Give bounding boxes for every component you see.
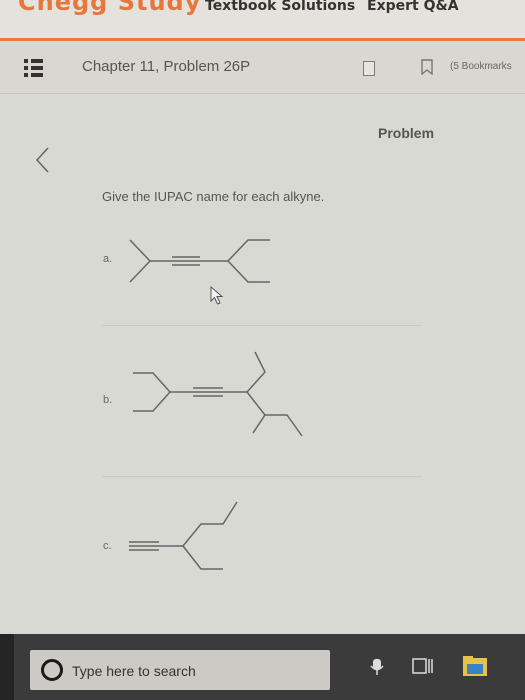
problem-header: Chapter 11, Problem 26P (5 Bookmarks <box>0 41 525 94</box>
back-chevron-icon[interactable] <box>34 146 50 174</box>
alkyne-structure-a <box>129 239 270 283</box>
alkyne-structure-c <box>129 501 238 570</box>
part-divider <box>102 325 422 326</box>
problem-label: Problem <box>378 125 435 141</box>
part-c-label: c. <box>103 540 112 552</box>
taskbar-search-box[interactable] <box>30 650 330 690</box>
brand-logo[interactable]: Chegg Study <box>18 0 201 16</box>
file-explorer-icon[interactable] <box>462 655 488 677</box>
task-view-icon[interactable] <box>412 656 434 676</box>
question-text: Give the IUPAC name for each alkyne. <box>102 189 325 204</box>
problem-content: Problem Give the IUPAC name for each alk… <box>0 94 525 634</box>
microphone-icon[interactable] <box>370 658 384 676</box>
alkyne-structure-b <box>133 351 303 437</box>
nav-textbook-solutions[interactable]: Textbook Solutions <box>205 0 355 14</box>
part-b-label: b. <box>103 394 113 406</box>
menu-icon[interactable] <box>24 59 43 80</box>
nav-expert-qa[interactable]: Expert Q&A <box>367 0 459 14</box>
windows-taskbar <box>0 634 525 700</box>
top-navigation: Chegg Study Textbook Solutions Expert Q&… <box>0 0 525 38</box>
part-divider <box>102 476 422 477</box>
start-button[interactable] <box>0 634 14 700</box>
bookmark-count[interactable]: (5 Bookmarks <box>450 61 512 72</box>
chapter-title: Chapter 11, Problem 26P <box>82 58 251 75</box>
bookmark-icon[interactable] <box>421 59 433 75</box>
part-a-label: a. <box>103 253 113 265</box>
cursor-icon <box>210 286 224 305</box>
cortana-circle-icon[interactable] <box>41 659 63 681</box>
taskbar-search-input[interactable] <box>72 660 322 682</box>
bookmark-outline-icon[interactable] <box>363 61 375 76</box>
